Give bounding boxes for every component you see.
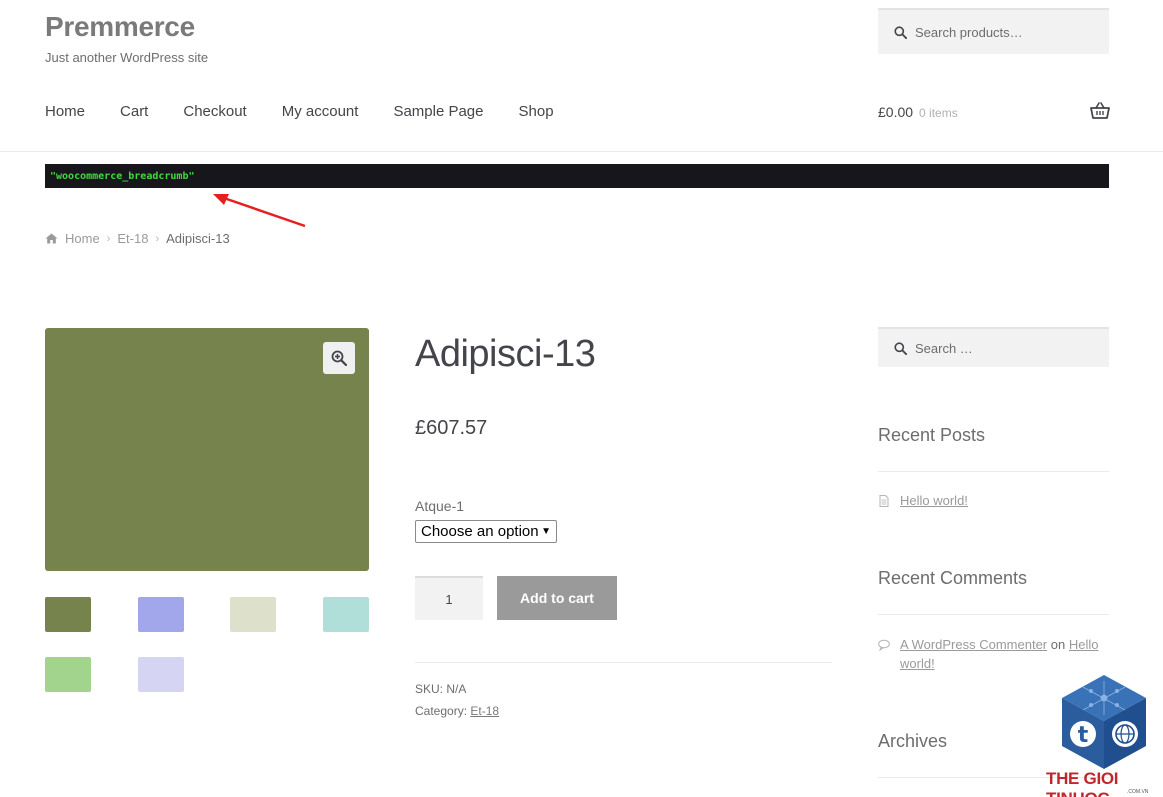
nav-shop[interactable]: Shop xyxy=(519,103,554,120)
comment-icon xyxy=(878,639,890,651)
caret-down-icon: ▼ xyxy=(541,526,551,537)
chevron-right-icon: › xyxy=(106,232,111,245)
gallery-thumbnail[interactable] xyxy=(230,597,276,632)
cart-amount: £0.00 xyxy=(878,104,914,120)
product-price: £607.57 xyxy=(415,417,488,439)
sidebar-search-input[interactable] xyxy=(915,340,1095,356)
comment-on-text: on xyxy=(1050,637,1066,652)
recent-post-link[interactable]: Hello world! xyxy=(900,493,968,508)
recent-posts-title: Recent Posts xyxy=(878,425,986,445)
widget-divider xyxy=(878,614,1109,615)
product-sku: SKU: N/A xyxy=(415,682,466,696)
cart-count: 0 items xyxy=(919,106,958,120)
nav-checkout[interactable]: Checkout xyxy=(183,103,246,120)
breadcrumb-parent[interactable]: Et-18 xyxy=(117,231,148,246)
variation-select-value: Choose an option xyxy=(421,523,539,540)
meta-divider xyxy=(415,662,832,663)
breadcrumb: Home › Et-18 › Adipisci-13 xyxy=(45,231,230,246)
sku-value: N/A xyxy=(446,682,467,696)
gallery-thumbnail[interactable] xyxy=(323,597,369,632)
basket-icon[interactable] xyxy=(1090,102,1110,120)
nav-my-account[interactable]: My account xyxy=(282,103,359,120)
category-label: Category: xyxy=(415,704,468,718)
nav-home[interactable]: Home xyxy=(45,103,85,120)
gallery-thumbnail[interactable] xyxy=(138,597,184,632)
product-category: Category: Et-18 xyxy=(415,704,499,718)
document-icon xyxy=(879,495,889,507)
zoom-button[interactable] xyxy=(323,342,355,374)
product-title: Adipisci-13 xyxy=(415,333,596,375)
recent-comment-item: A WordPress Commenter on Hello world! xyxy=(900,635,1109,673)
product-search-input[interactable] xyxy=(915,24,1095,40)
header-cart[interactable]: £0.00 0 items xyxy=(878,104,958,120)
code-annotation-bar: "woocommerce_breadcrumb" xyxy=(45,164,1109,188)
site-title[interactable]: Premmerce xyxy=(45,11,195,43)
svg-text:t: t xyxy=(1078,723,1089,748)
annotation-arrow-icon xyxy=(213,194,306,228)
home-icon xyxy=(45,233,58,244)
chevron-right-icon: › xyxy=(155,232,160,245)
header-search xyxy=(878,8,1109,54)
breadcrumb-home[interactable]: Home xyxy=(65,231,100,246)
add-to-cart-button[interactable]: Add to cart xyxy=(497,576,617,620)
breadcrumb-current: Adipisci-13 xyxy=(166,231,230,246)
watermark-domain: .COM.VN xyxy=(1127,789,1149,795)
zoom-in-icon xyxy=(331,350,347,366)
sku-label: SKU: xyxy=(415,682,444,696)
sidebar-search xyxy=(878,327,1109,367)
site-description: Just another WordPress site xyxy=(45,50,209,65)
gallery-thumbnail[interactable] xyxy=(45,597,91,632)
gallery-thumbnail[interactable] xyxy=(45,657,91,692)
nav-cart[interactable]: Cart xyxy=(120,103,148,120)
quantity-input[interactable]: 1 xyxy=(415,576,483,620)
category-link[interactable]: Et-18 xyxy=(470,704,499,718)
code-annotation-text: "woocommerce_breadcrumb" xyxy=(50,170,195,182)
gallery-thumbnail[interactable] xyxy=(138,657,184,692)
primary-nav: Home Cart Checkout My account Sample Pag… xyxy=(45,103,589,120)
variation-select[interactable]: Choose an option ▼ xyxy=(415,520,557,543)
header-divider xyxy=(0,151,1163,152)
variation-label: Atque-1 xyxy=(415,498,465,514)
widget-divider xyxy=(878,471,1109,472)
product-main-image[interactable] xyxy=(45,328,369,571)
nav-sample-page[interactable]: Sample Page xyxy=(393,103,483,120)
comment-author-link[interactable]: A WordPress Commenter xyxy=(900,637,1047,652)
search-icon xyxy=(894,25,907,39)
archives-title: Archives xyxy=(878,731,948,751)
recent-comments-title: Recent Comments xyxy=(878,568,1028,588)
search-icon xyxy=(894,341,907,355)
